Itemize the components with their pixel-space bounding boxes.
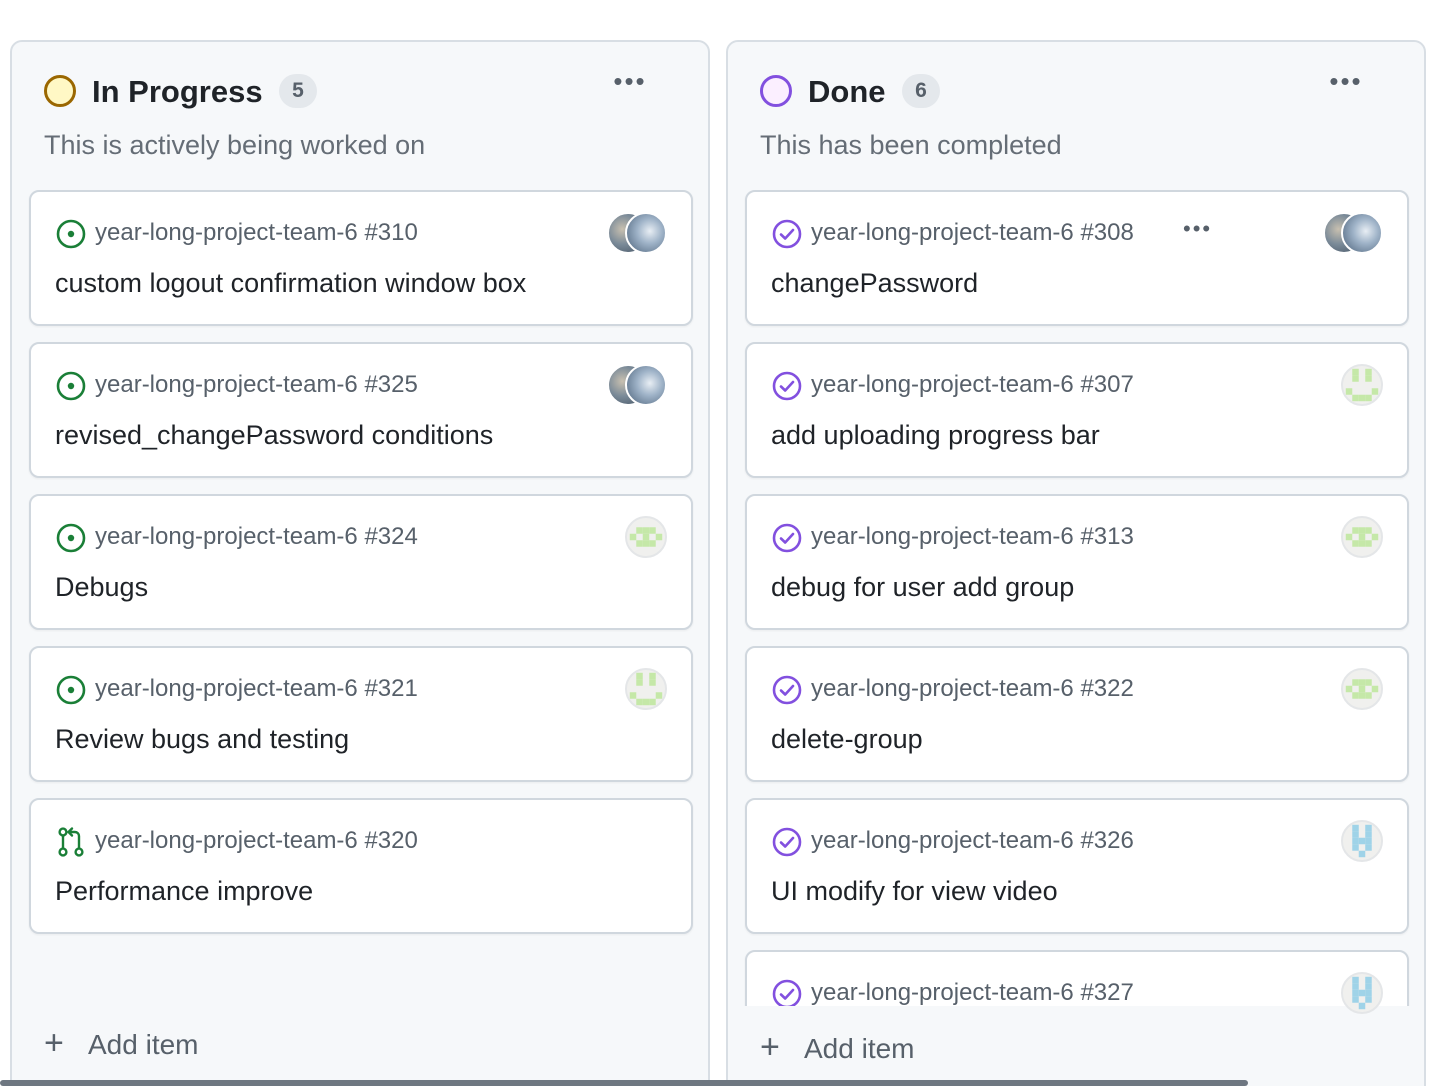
issue-card[interactable]: year-long-project-team-6 #322 delete-grou… [745,646,1409,782]
issue-open-icon [55,522,87,554]
issue-card[interactable]: year-long-project-team-6 #320 Performance… [29,798,693,934]
pull-request-icon [55,826,87,858]
horizontal-scrollbar[interactable] [0,1080,1248,1086]
issue-card[interactable]: year-long-project-team-6 #313 debug for u… [745,494,1409,630]
issue-closed-icon [771,522,803,554]
assignee-avatars[interactable] [625,516,667,558]
card-repo-reference[interactable]: year-long-project-team-6 #324 [95,520,418,554]
card-title[interactable]: add uploading progress bar [771,418,1100,452]
column-description: This has been completed [760,130,1062,160]
column-header: Done 6 ••• This has been completed [728,42,1424,182]
assignee-avatars[interactable] [625,668,667,710]
card-repo-reference[interactable]: year-long-project-team-6 #322 [811,672,1134,706]
avatar[interactable] [625,212,667,254]
issue-card[interactable]: year-long-project-team-6 #325 revised_cha… [29,342,693,478]
card-repo-reference[interactable]: year-long-project-team-6 #313 [811,520,1134,554]
card-title[interactable]: debug for user add group [771,570,1074,604]
status-circle-icon [760,75,792,107]
column-header: In Progress 5 ••• This is actively being wo… [12,42,708,182]
card-title[interactable]: delete-group [771,722,923,756]
issue-card[interactable]: year-long-project-team-6 #308 ••• changePa… [745,190,1409,326]
issue-open-icon [55,370,87,402]
avatar[interactable] [625,516,667,558]
status-circle-icon [44,75,76,107]
assignee-avatars[interactable] [1323,212,1383,254]
issue-closed-icon [771,370,803,402]
issue-card[interactable]: year-long-project-team-6 #326 UI modify f… [745,798,1409,934]
avatar[interactable] [1341,364,1383,406]
issue-card[interactable]: year-long-project-team-6 #324 Debugs [29,494,693,630]
item-count-badge: 5 [279,74,317,108]
assignee-avatars[interactable] [1341,820,1383,862]
card-title[interactable]: changePassword [771,266,978,300]
plus-icon: + [760,1028,780,1066]
add-item-label: Add item [88,1029,199,1060]
assignee-avatars[interactable] [607,364,667,406]
assignee-avatars[interactable] [607,212,667,254]
card-repo-reference[interactable]: year-long-project-team-6 #321 [95,672,418,706]
plus-icon: + [44,1024,64,1062]
board-column-done: Done 6 ••• This has been completed year-long… [726,40,1426,1086]
card-menu-button[interactable]: ••• [1183,214,1212,244]
assignee-avatars[interactable] [1341,668,1383,710]
issue-card[interactable]: year-long-project-team-6 #310 custom logo… [29,190,693,326]
avatar[interactable] [625,364,667,406]
issue-open-icon [55,674,87,706]
avatar[interactable] [625,668,667,710]
avatar[interactable] [1341,820,1383,862]
card-title[interactable]: Performance improve [55,874,313,908]
project-board: In Progress 5 ••• This is actively being wo… [0,0,1438,1086]
card-repo-reference[interactable]: year-long-project-team-6 #326 [811,824,1134,858]
column-title: Done [808,74,886,109]
card-title[interactable]: Review bugs and testing [55,722,349,756]
issue-closed-icon [771,218,803,250]
column-menu-button[interactable]: ••• [610,68,650,102]
avatar[interactable] [1341,668,1383,710]
assignee-avatars[interactable] [1341,972,1383,1014]
card-repo-reference[interactable]: year-long-project-team-6 #327 [811,976,1134,1010]
card-repo-reference[interactable]: year-long-project-team-6 #308 [811,216,1134,250]
item-count-badge: 6 [902,74,940,108]
issue-closed-icon [771,674,803,706]
add-item-button[interactable]: + Add item [760,1027,915,1069]
card-repo-reference[interactable]: year-long-project-team-6 #320 [95,824,418,858]
card-title[interactable]: Debugs [55,570,148,604]
add-item-label: Add item [804,1033,915,1064]
card-repo-reference[interactable]: year-long-project-team-6 #307 [811,368,1134,402]
card-title[interactable]: revised_changePassword conditions [55,418,493,452]
card-repo-reference[interactable]: year-long-project-team-6 #325 [95,368,418,402]
assignee-avatars[interactable] [625,820,667,862]
issue-closed-icon [771,826,803,858]
card-title[interactable]: UI modify for view video [771,874,1058,908]
add-item-button[interactable]: + Add item [44,1023,199,1065]
avatar[interactable] [1341,972,1383,1014]
avatar[interactable] [1341,212,1383,254]
column-description: This is actively being worked on [44,130,426,160]
card-title[interactable]: custom logout confirmation window box [55,266,526,300]
issue-card[interactable]: year-long-project-team-6 #321 Review bugs… [29,646,693,782]
issue-open-icon [55,218,87,250]
issue-card[interactable]: year-long-project-team-6 #307 add uploadi… [745,342,1409,478]
assignee-avatars[interactable] [1341,516,1383,558]
card-repo-reference[interactable]: year-long-project-team-6 #310 [95,216,418,250]
avatar[interactable] [1341,516,1383,558]
column-title: In Progress [92,74,263,109]
column-menu-button[interactable]: ••• [1326,68,1366,102]
board-column-in-progress: In Progress 5 ••• This is actively being wo… [10,40,710,1086]
assignee-avatars[interactable] [1341,364,1383,406]
